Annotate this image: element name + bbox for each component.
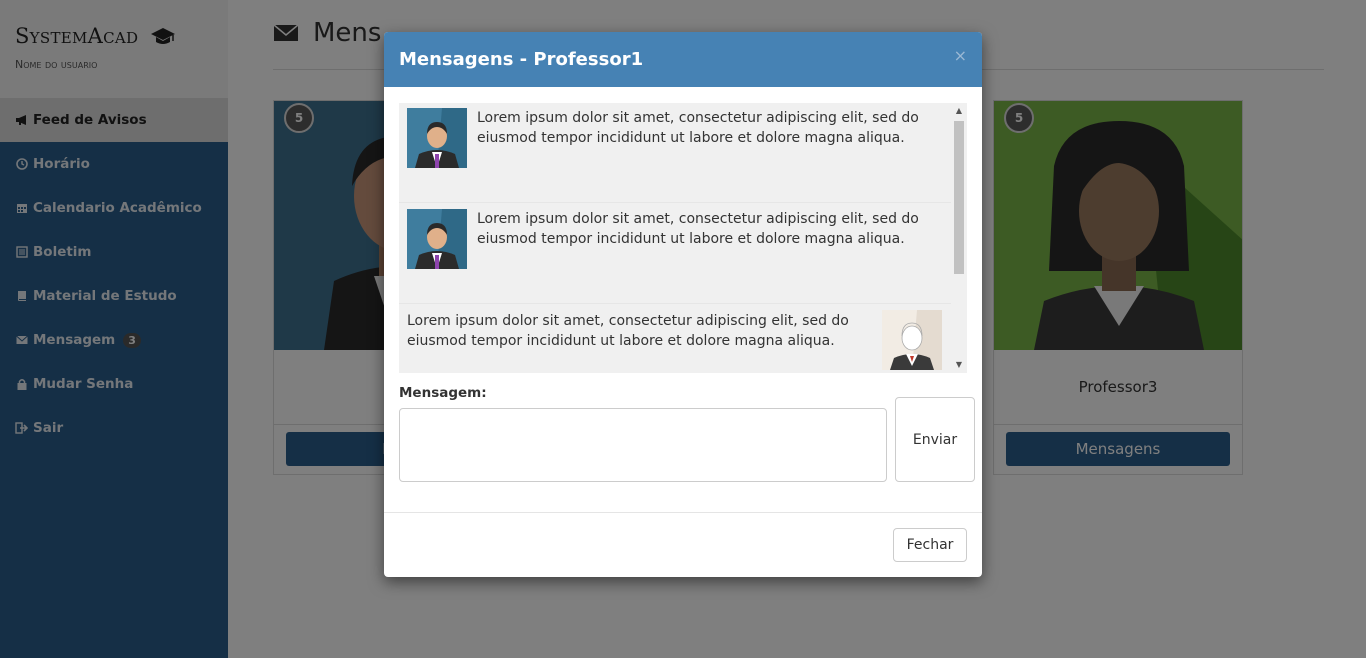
message-item: Lorem ipsum dolor sit amet, consectetur … [399, 204, 951, 304]
message-list-scrollbar[interactable]: ▲ ▼ [951, 103, 965, 373]
message-text: Lorem ipsum dolor sit amet, consectetur … [477, 110, 919, 146]
message-text: Lorem ipsum dolor sit amet, consectetur … [477, 211, 919, 247]
scroll-thumb[interactable] [954, 121, 964, 274]
close-button[interactable]: Fechar [893, 528, 967, 562]
message-list[interactable]: Lorem ipsum dolor sit amet, consectetur … [399, 103, 967, 373]
messages-modal: Mensagens - Professor1 × Lorem ipsum dol… [384, 32, 982, 577]
message-input[interactable] [399, 408, 887, 482]
scroll-up-arrow-icon[interactable]: ▲ [954, 106, 964, 116]
modal-title: Mensagens - Professor1 [399, 49, 644, 70]
footer-divider [384, 512, 982, 513]
message-field-label: Mensagem: [399, 385, 487, 401]
scroll-down-arrow-icon[interactable]: ▼ [954, 360, 964, 370]
message-item: Lorem ipsum dolor sit amet, consectetur … [399, 305, 951, 373]
message-item: Lorem ipsum dolor sit amet, consectetur … [399, 103, 951, 203]
message-text: Lorem ipsum dolor sit amet, consectetur … [407, 313, 849, 349]
sender-avatar [407, 209, 467, 269]
send-button[interactable]: Enviar [895, 397, 975, 482]
close-icon[interactable]: × [954, 46, 967, 65]
user-avatar [882, 310, 942, 370]
sender-avatar [407, 108, 467, 168]
modal-header: Mensagens - Professor1 × [384, 32, 982, 87]
